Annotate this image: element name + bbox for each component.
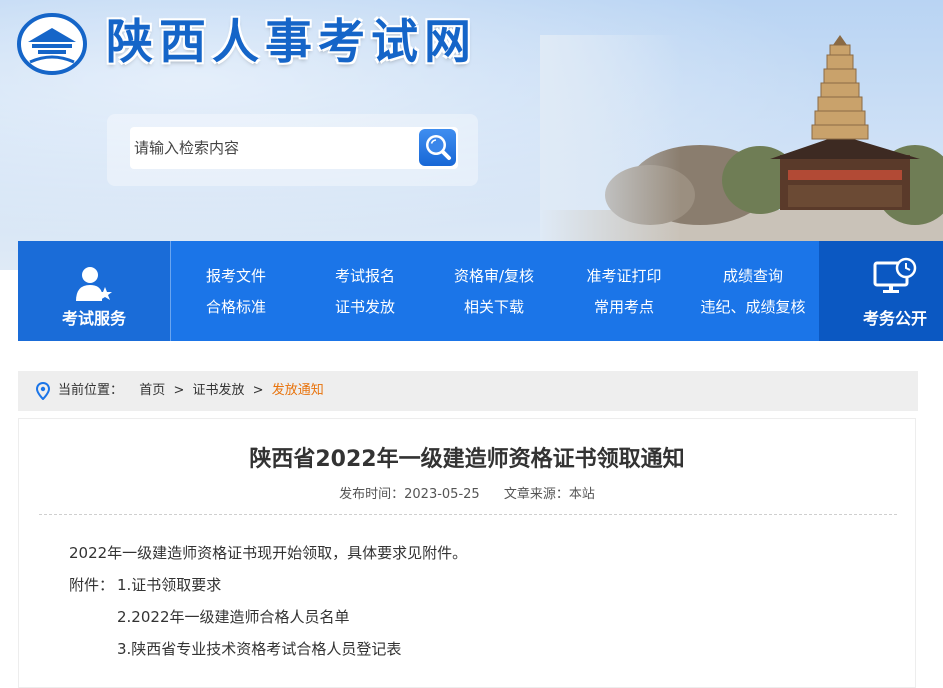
attachments-label: 附件： <box>69 576 115 594</box>
site-title[interactable]: 陕西人事考试网 <box>106 12 477 74</box>
publish-date: 2023-05-25 <box>404 487 480 502</box>
header-banner: 陕西人事考试网 <box>0 0 943 270</box>
nav-link-score-query[interactable]: 成绩查询 <box>683 266 823 286</box>
search-button[interactable] <box>419 129 456 166</box>
nav-link-qualification-review[interactable]: 资格审/复核 <box>424 266 564 286</box>
publish-info: 发布时间：2023-05-25 <box>339 487 480 502</box>
article-title: 陕西省2022年一级建造师资格证书领取通知 <box>249 447 685 472</box>
attachment-link-3[interactable]: 3.陕西省专业技术资格考试合格人员登记表 <box>117 638 401 659</box>
breadcrumb-prefix: 当前位置： <box>58 383 124 398</box>
article-meta: 发布时间：2023-05-25 文章来源：本站 <box>19 483 915 502</box>
search-icon <box>426 135 451 160</box>
nav-link-registration[interactable]: 考试报名 <box>295 266 435 286</box>
attachment-link-1[interactable]: 1.证书领取要求 <box>117 574 221 595</box>
search-input[interactable] <box>130 127 458 169</box>
nav-link-certificate-issue[interactable]: 证书发放 <box>295 297 435 317</box>
breadcrumb-separator: > <box>252 383 264 398</box>
nav-link-exam-sites[interactable]: 常用考点 <box>554 297 694 317</box>
nav-exam-public-label: 考务公开 <box>862 309 927 328</box>
attachment-link-2[interactable]: 2.2022年一级建造师合格人员名单 <box>117 606 350 627</box>
breadcrumb-certificate-link[interactable]: 证书发放 <box>193 383 245 398</box>
article-panel: 陕西省2022年一级建造师资格证书领取通知 发布时间：2023-05-25 文章… <box>18 418 916 688</box>
nav-link-exam-docs[interactable]: 报考文件 <box>166 266 306 286</box>
article-intro: 2022年一级建造师资格证书现开始领取，具体要求见附件。 <box>69 544 468 562</box>
nav-link-violation-review[interactable]: 违纪、成绩复核 <box>683 297 823 317</box>
pagoda-scene-image <box>540 35 943 270</box>
nav-link-downloads[interactable]: 相关下载 <box>424 297 564 317</box>
source-info: 文章来源：本站 <box>504 487 595 502</box>
nav-exam-service[interactable]: 考试服务 <box>18 241 170 341</box>
main-nav: 考试服务 报考文件 考试报名 资格审/复核 准考证打印 成绩查询 合格标准 证书… <box>18 241 943 341</box>
site-logo-icon[interactable] <box>16 12 88 76</box>
location-pin-icon <box>36 382 50 400</box>
user-service-icon <box>76 267 112 301</box>
nav-exam-service-label: 考试服务 <box>61 309 126 328</box>
breadcrumb-separator: > <box>173 383 185 398</box>
breadcrumb: 当前位置： 首页 > 证书发放 > 发放通知 <box>18 371 918 411</box>
article-divider <box>39 514 897 515</box>
breadcrumb-current: 发放通知 <box>271 383 324 398</box>
nav-link-admission-ticket[interactable]: 准考证打印 <box>554 266 694 286</box>
nav-divider <box>170 241 171 341</box>
monitor-clock-icon <box>873 257 917 293</box>
breadcrumb-home-link[interactable]: 首页 <box>139 383 165 398</box>
nav-exam-public[interactable]: 考务公开 <box>819 241 943 341</box>
publish-label: 发布时间： <box>339 487 405 502</box>
source-label: 文章来源： <box>503 487 569 502</box>
source-value: 本站 <box>568 487 595 502</box>
nav-link-pass-standard[interactable]: 合格标准 <box>166 297 306 317</box>
